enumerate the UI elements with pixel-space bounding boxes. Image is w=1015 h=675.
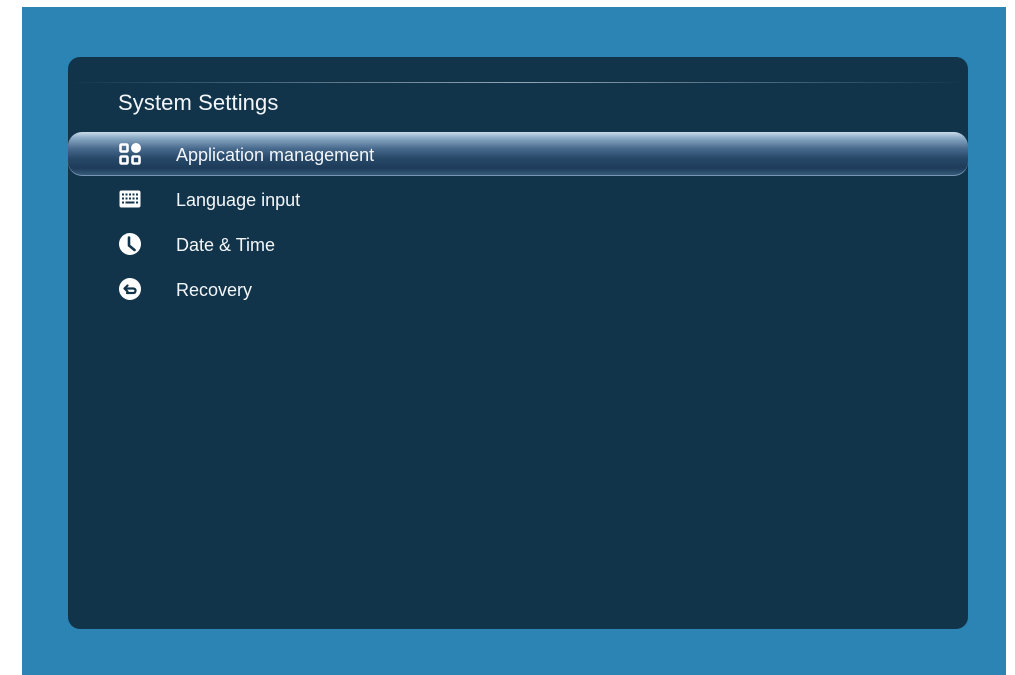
keyboard-icon: [119, 188, 141, 210]
clock-icon: [119, 233, 141, 255]
menu-item-label: Application management: [176, 145, 375, 165]
page-title: System Settings: [118, 90, 279, 115]
screen-background: System Settings Application management L…: [22, 7, 1006, 675]
menu-item-application-management[interactable]: Application management: [68, 132, 968, 176]
apps-grid-icon: [119, 143, 141, 165]
menu-item-recovery[interactable]: Recovery: [68, 267, 968, 312]
menu-item-label: Language input: [176, 190, 301, 210]
settings-panel: System Settings Application management L…: [68, 57, 968, 629]
menu-item-language-input[interactable]: Language input: [68, 177, 968, 222]
menu-item-date-time[interactable]: Date & Time: [68, 222, 968, 267]
recovery-icon: [119, 278, 141, 300]
settings-menu: Application management Language input Da…: [68, 132, 968, 312]
panel-top-divider: [68, 82, 968, 83]
menu-item-label: Date & Time: [176, 235, 276, 255]
menu-item-label: Recovery: [176, 280, 253, 300]
